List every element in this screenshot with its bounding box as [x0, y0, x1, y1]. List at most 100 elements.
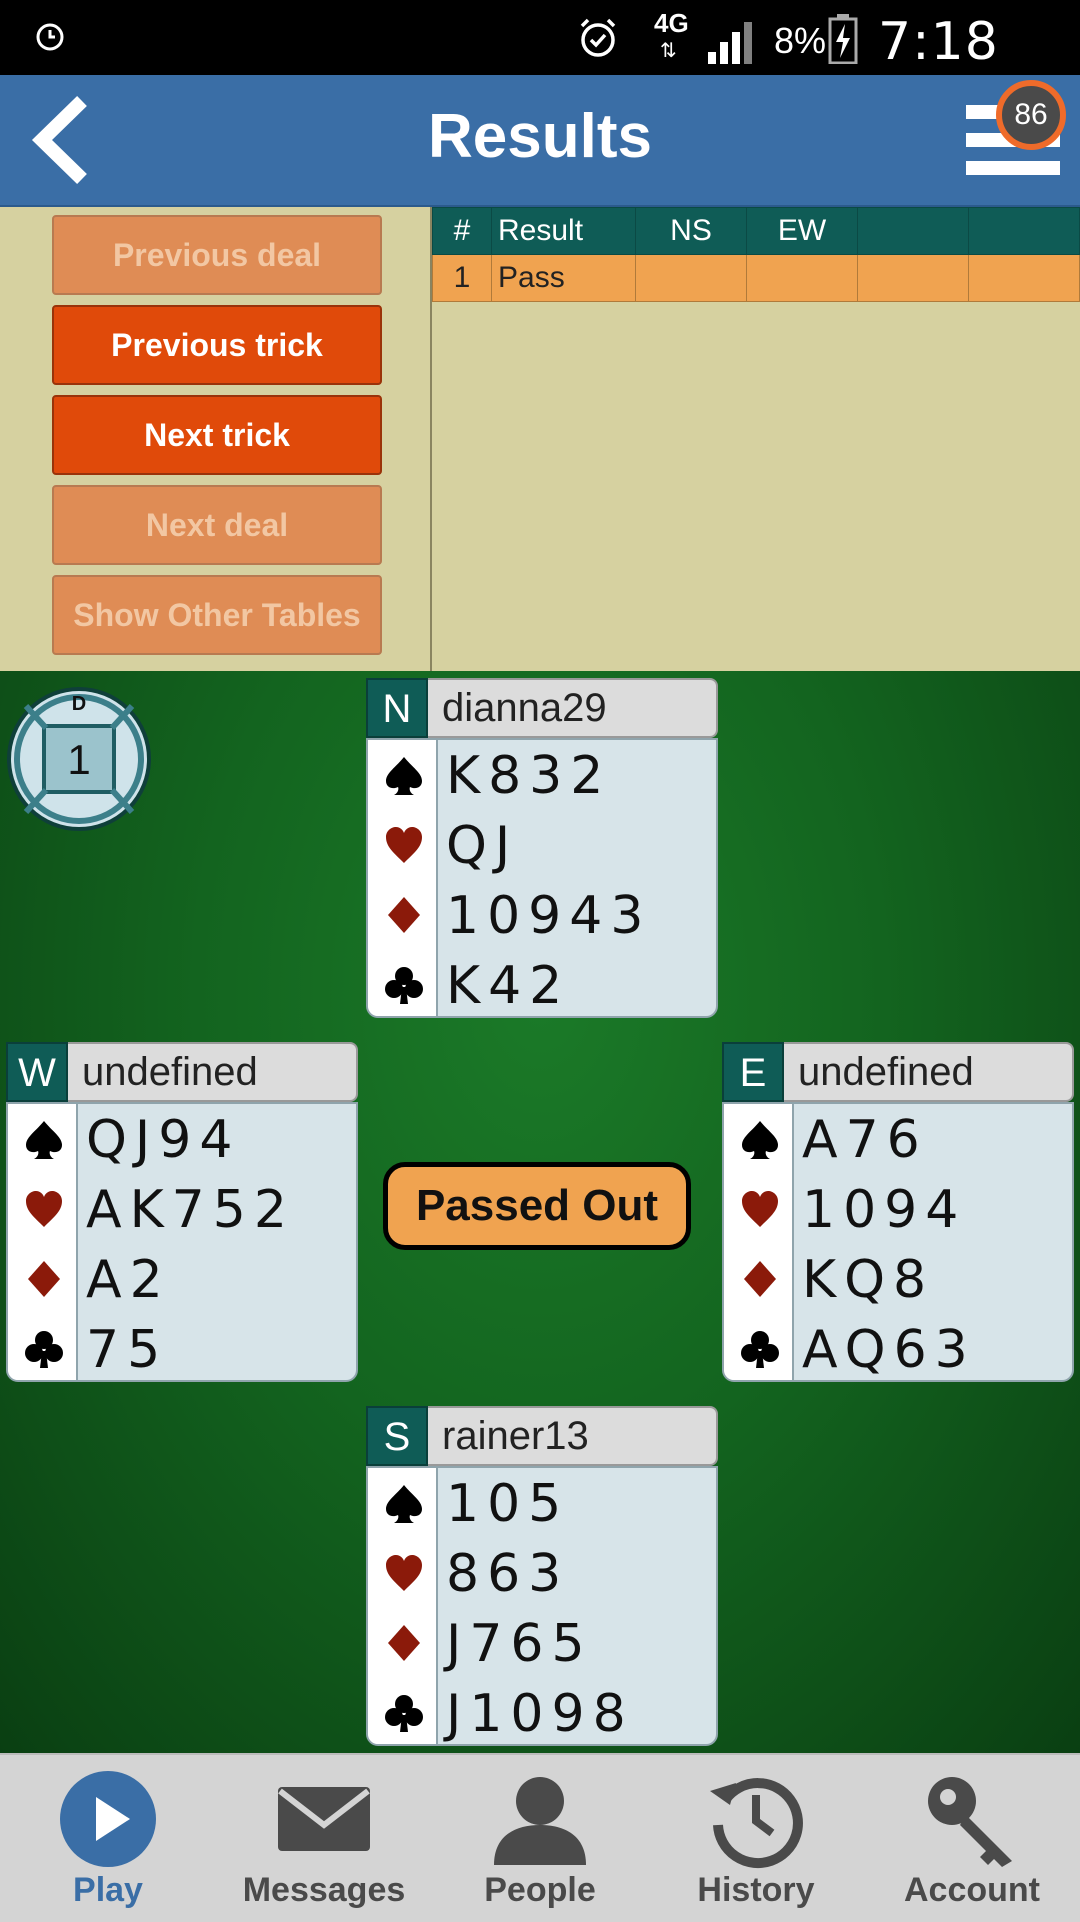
heart-cards[interactable]: AK752 [86, 1180, 295, 1240]
hand-west: W undefined QJ94 AK752 A2 75 [6, 1042, 358, 1382]
player-name: undefined [784, 1042, 1074, 1102]
diamond-icon [388, 1625, 420, 1661]
hand-cards: 105 863 J765 J1098 [366, 1466, 718, 1746]
col-ew: EW [746, 207, 858, 255]
next-trick-button[interactable]: Next trick [52, 395, 382, 475]
suit-row-clubs: K42 [368, 950, 716, 1016]
heart-cards[interactable]: QJ [446, 816, 518, 876]
button-column: Previous deal Previous trick Next trick … [0, 207, 430, 671]
suit-row-spades: K832 [368, 740, 716, 810]
next-deal-button[interactable]: Next deal [52, 485, 382, 565]
show-other-tables-button[interactable]: Show Other Tables [52, 575, 382, 655]
results-header-row: # Result NS EW [432, 207, 1080, 255]
nav-play[interactable]: Play [0, 1755, 216, 1922]
club-cards[interactable]: K42 [446, 956, 570, 1016]
club-icon [385, 967, 423, 1004]
suit-row-clubs: AQ63 [724, 1314, 1072, 1380]
cell-number: 1 [432, 254, 492, 302]
col-result: Result [491, 207, 636, 255]
suit-row-spades: QJ94 [8, 1104, 356, 1174]
cell-empty [857, 254, 969, 302]
player-name: undefined [68, 1042, 358, 1102]
col-empty-1 [857, 207, 969, 255]
history-icon [710, 1778, 803, 1869]
spade-icon [742, 1121, 778, 1159]
diamond-cards[interactable]: 10943 [446, 886, 651, 946]
suit-row-diamonds: KQ8 [724, 1244, 1072, 1314]
nav-people[interactable]: People [432, 1755, 648, 1922]
nav-label: History [697, 1871, 815, 1909]
heart-icon [742, 1191, 778, 1227]
spade-cards[interactable]: A76 [802, 1110, 928, 1170]
cell-ew [746, 254, 858, 302]
heart-icon [386, 827, 422, 863]
heart-cards[interactable]: 1094 [802, 1180, 966, 1240]
diamond-cards[interactable]: A2 [86, 1250, 171, 1310]
spade-cards[interactable]: 105 [446, 1474, 569, 1534]
col-empty-2 [968, 207, 1080, 255]
previous-trick-button[interactable]: Previous trick [52, 305, 382, 385]
dealer-label: D [72, 693, 86, 715]
suit-row-clubs: J1098 [368, 1678, 716, 1744]
results-table: # Result NS EW 1 Pass [432, 207, 1080, 302]
status-bar: 4G ⇅ 8% 7:18 pm [0, 0, 1080, 132]
signal-icon [708, 22, 752, 64]
app-header: Results [0, 75, 1080, 207]
club-cards[interactable]: J1098 [446, 1684, 634, 1744]
hand-cards: A76 1094 KQ8 AQ63 [722, 1102, 1074, 1382]
hand-east: E undefined A76 1094 KQ8 AQ63 [722, 1042, 1074, 1382]
hand-south: S rainer13 105 863 J765 J1098 [366, 1406, 718, 1746]
spade-icon [26, 1121, 62, 1159]
suit-row-spades: A76 [724, 1104, 1072, 1174]
seat-label: E [722, 1042, 784, 1102]
club-icon [741, 1331, 779, 1368]
diamond-icon [744, 1261, 776, 1297]
seat-label: W [6, 1042, 68, 1102]
club-icon [385, 1695, 423, 1732]
club-cards[interactable]: AQ63 [802, 1320, 976, 1380]
seat-label: S [366, 1406, 428, 1466]
player-name: rainer13 [428, 1406, 718, 1466]
diamond-cards[interactable]: J765 [446, 1614, 593, 1674]
suit-row-hearts: AK752 [8, 1174, 356, 1244]
suit-row-hearts: QJ [368, 810, 716, 880]
spade-cards[interactable]: QJ94 [86, 1110, 240, 1170]
nav-messages[interactable]: Messages [216, 1755, 432, 1922]
controls-panel: Previous deal Previous trick Next trick … [0, 207, 1080, 671]
suit-row-hearts: 863 [368, 1538, 716, 1608]
hand-cards: QJ94 AK752 A2 75 [6, 1102, 358, 1382]
bottom-navigation: Play Messages People History Account [0, 1753, 1080, 1922]
seat-label: N [366, 678, 428, 738]
club-cards[interactable]: 75 [86, 1320, 168, 1380]
heart-icon [386, 1555, 422, 1591]
table-row[interactable]: 1 Pass [432, 254, 1080, 302]
cell-result: Pass [491, 254, 636, 302]
battery-percent: 8% [774, 20, 827, 61]
suit-row-diamonds: J765 [368, 1608, 716, 1678]
spade-icon [386, 1485, 422, 1523]
suit-row-diamonds: A2 [8, 1244, 356, 1314]
timer-badge: 86 [996, 80, 1066, 150]
alarm-icon [36, 23, 64, 51]
suit-row-clubs: 75 [8, 1314, 356, 1380]
board-number: 1 [67, 736, 90, 783]
nav-history[interactable]: History [648, 1755, 864, 1922]
suit-row-hearts: 1094 [724, 1174, 1072, 1244]
person-icon [494, 1777, 586, 1865]
contract-status-badge: Passed Out [383, 1162, 691, 1250]
heart-icon [26, 1191, 62, 1227]
hand-header: N dianna29 [366, 678, 718, 738]
hand-north: N dianna29 K832 QJ 10943 K42 [366, 678, 718, 1018]
previous-deal-button[interactable]: Previous deal [52, 215, 382, 295]
club-icon [25, 1331, 63, 1368]
hand-header: E undefined [722, 1042, 1074, 1102]
heart-cards[interactable]: 863 [446, 1544, 569, 1604]
diamond-cards[interactable]: KQ8 [802, 1250, 934, 1310]
nav-label: Account [904, 1871, 1040, 1909]
nav-account[interactable]: Account [864, 1755, 1080, 1922]
nav-label: Play [73, 1871, 143, 1909]
spade-icon [386, 757, 422, 795]
hand-header: S rainer13 [366, 1406, 718, 1466]
envelope-icon [278, 1787, 370, 1851]
spade-cards[interactable]: K832 [446, 746, 611, 806]
